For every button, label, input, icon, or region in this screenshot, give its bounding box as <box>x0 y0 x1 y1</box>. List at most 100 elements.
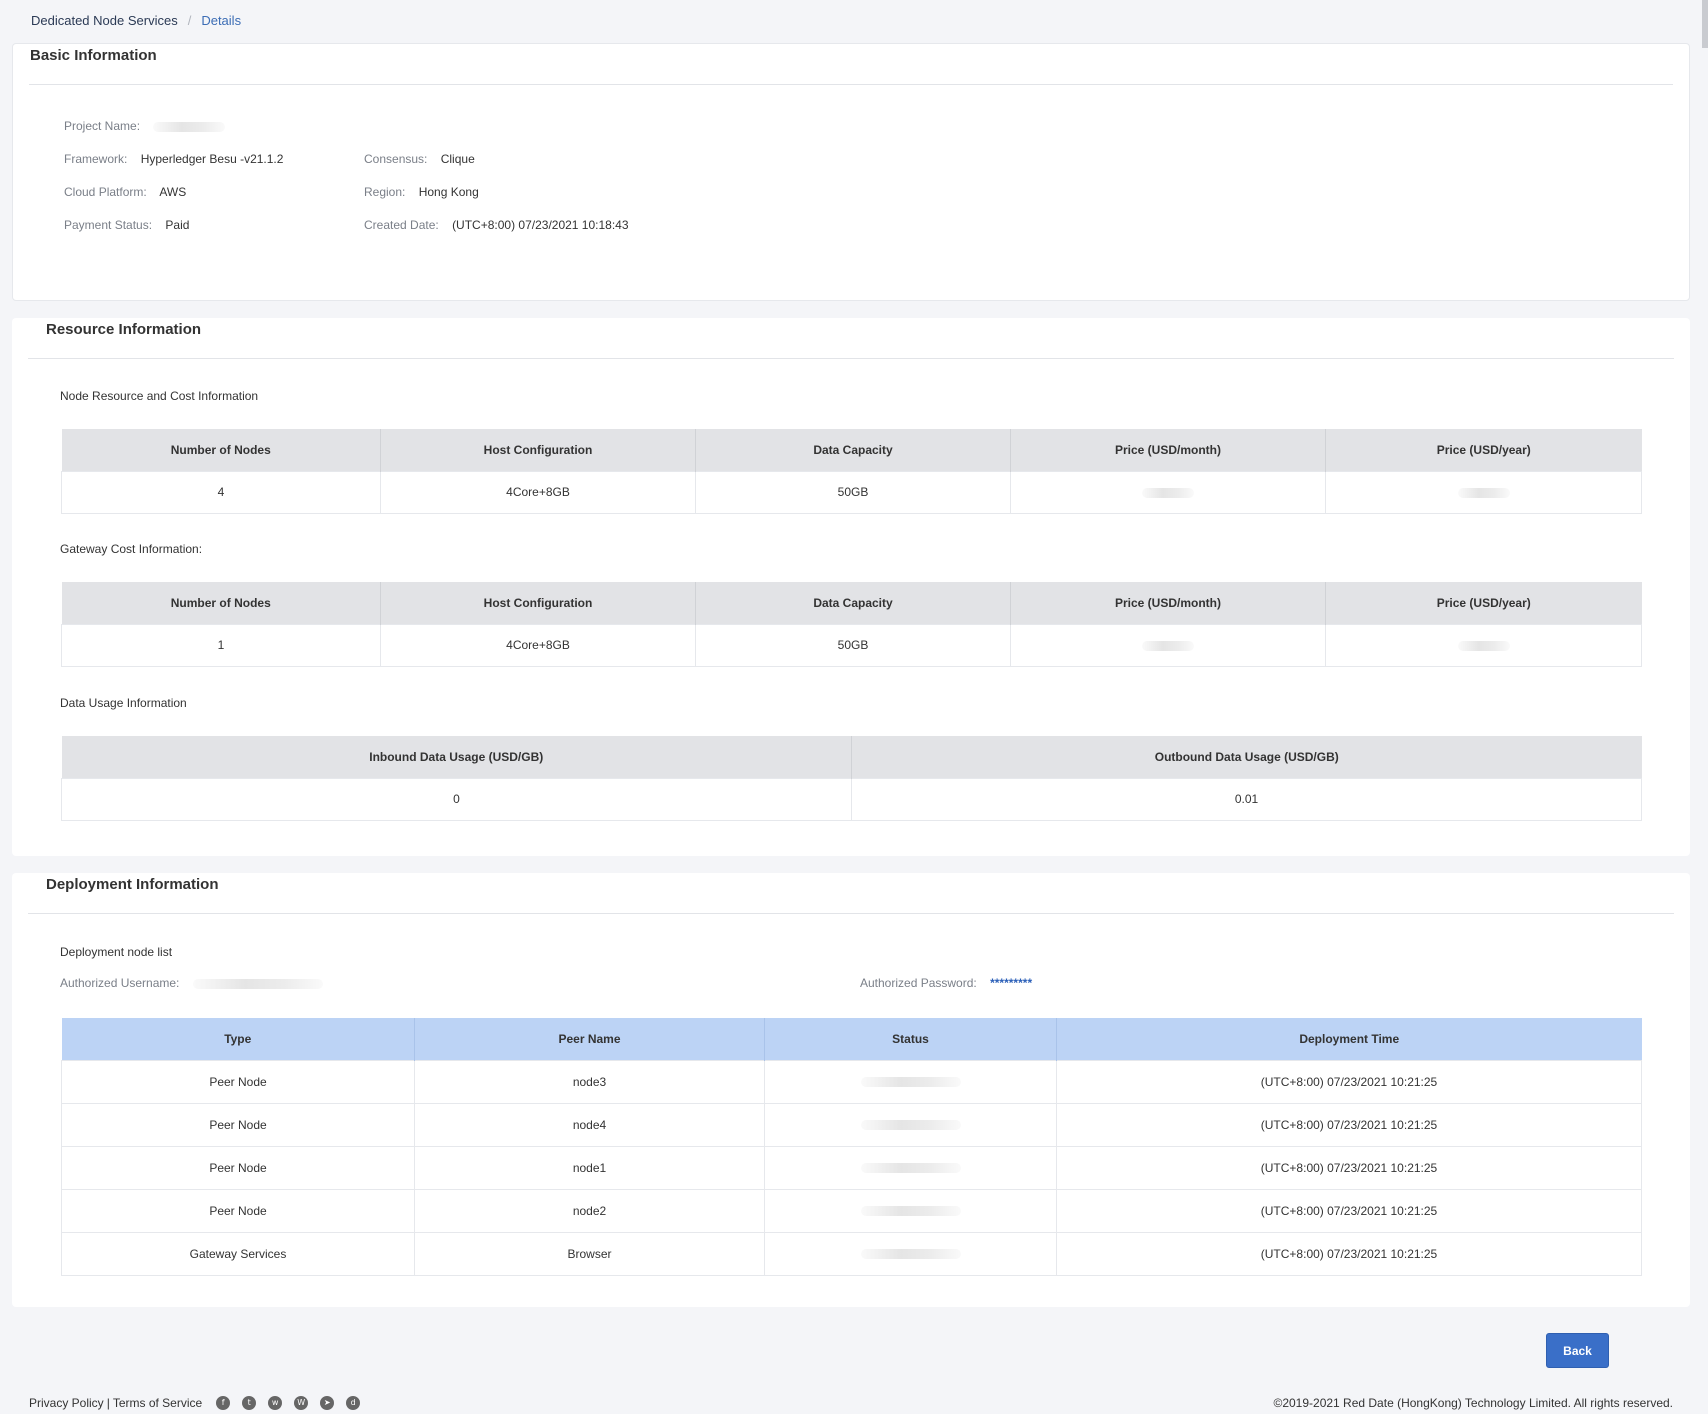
cloud-platform-field: Cloud Platform: AWS <box>64 185 186 199</box>
redacted-value <box>860 1120 961 1131</box>
cell-price-year-redacted <box>1325 470 1642 514</box>
footer-divider: | <box>106 1396 110 1410</box>
col-data-capacity: Data Capacity <box>695 582 1011 624</box>
cell-peer-name: node1 <box>414 1145 765 1190</box>
cell-status-redacted <box>764 1231 1057 1276</box>
cell-type: Peer Node <box>61 1102 415 1147</box>
authorized-password-value[interactable]: ********* <box>990 976 1032 990</box>
resource-information-title: Resource Information <box>46 321 202 338</box>
cell-peer-name: node4 <box>414 1102 765 1147</box>
deployment-node-table: Type Peer Name Status Deployment Time Pe… <box>61 1018 1642 1276</box>
cell-status-redacted <box>764 1145 1057 1190</box>
cloud-platform-label: Cloud Platform: <box>64 185 147 199</box>
project-name-label: Project Name: <box>64 119 141 133</box>
table-row: Peer Node node4 (UTC+8:00) 07/23/2021 10… <box>61 1102 1642 1147</box>
col-inbound-usage: Inbound Data Usage (USD/GB) <box>61 736 852 778</box>
redacted-value <box>1142 640 1194 651</box>
cell-inbound: 0 <box>61 777 852 821</box>
created-date-field: Created Date: (UTC+8:00) 07/23/2021 10:1… <box>364 218 629 232</box>
table-row: Peer Node node1 (UTC+8:00) 07/23/2021 10… <box>61 1145 1642 1190</box>
authorized-username-field: Authorized Username: <box>60 976 323 990</box>
redacted-value <box>1142 487 1194 498</box>
breadcrumb-details: Details <box>201 13 242 28</box>
framework-field: Framework: Hyperledger Besu -v21.1.2 <box>64 152 283 166</box>
col-deployment-time: Deployment Time <box>1056 1018 1642 1060</box>
breadcrumb-separator: / <box>187 13 192 28</box>
table-row: 4 4Core+8GB 50GB <box>61 470 1642 514</box>
table-row: 1 4Core+8GB 50GB <box>61 623 1642 667</box>
redacted-value <box>860 1163 961 1174</box>
deployment-list-label: Deployment node list <box>60 945 173 959</box>
redacted-value <box>860 1077 961 1088</box>
authorized-username-redacted <box>192 978 323 989</box>
authorized-password-field: Authorized Password: ********* <box>860 976 1032 990</box>
deployment-information-divider <box>28 913 1674 914</box>
breadcrumb-dedicated-node-services[interactable]: Dedicated Node Services <box>31 13 178 28</box>
framework-value: Hyperledger Besu -v21.1.2 <box>140 152 284 166</box>
cell-host: 4Core+8GB <box>380 623 696 667</box>
data-usage-label: Data Usage Information <box>60 696 187 710</box>
framework-label: Framework: <box>64 152 128 166</box>
col-number-of-nodes: Number of Nodes <box>61 429 381 471</box>
breadcrumb: Dedicated Node Services / Details <box>31 13 241 28</box>
col-data-capacity: Data Capacity <box>695 429 1011 471</box>
cell-price-year-redacted <box>1325 623 1642 667</box>
discord-icon[interactable]: d <box>346 1396 361 1410</box>
cell-status-redacted <box>764 1188 1057 1233</box>
terms-of-service-link[interactable]: Terms of Service <box>113 1396 202 1410</box>
resource-information-card: Resource Information Node Resource and C… <box>12 318 1690 856</box>
redacted-value <box>860 1249 961 1260</box>
cell-peer-name: node3 <box>414 1059 765 1104</box>
cell-status-redacted <box>764 1102 1057 1147</box>
table-row: Peer Node node3 (UTC+8:00) 07/23/2021 10… <box>61 1059 1642 1104</box>
col-price-year: Price (USD/year) <box>1325 429 1642 471</box>
cell-price-month-redacted <box>1010 623 1326 667</box>
twitter-icon[interactable]: t <box>242 1396 257 1410</box>
facebook-icon[interactable]: f <box>216 1396 231 1410</box>
telegram-icon[interactable]: ➤ <box>320 1396 335 1410</box>
wechat-icon[interactable]: w <box>268 1396 283 1410</box>
cell-deployment-time: (UTC+8:00) 07/23/2021 10:21:25 <box>1056 1059 1642 1104</box>
back-button[interactable]: Back <box>1546 1333 1609 1368</box>
region-value: Hong Kong <box>418 185 479 199</box>
weibo-icon[interactable]: W <box>294 1396 309 1410</box>
consensus-value: Clique <box>440 152 475 166</box>
copyright: ©2019-2021 Red Date (HongKong) Technolog… <box>1273 1396 1673 1410</box>
cloud-platform-value: AWS <box>159 185 187 199</box>
col-status: Status <box>764 1018 1057 1060</box>
redacted-value <box>860 1206 961 1217</box>
redacted-value <box>1457 640 1510 651</box>
project-name-field: Project Name: <box>64 119 226 133</box>
cell-host: 4Core+8GB <box>380 470 696 514</box>
table-row: 0 0.01 <box>61 777 1642 821</box>
cell-capacity: 50GB <box>695 623 1011 667</box>
col-peer-name: Peer Name <box>414 1018 765 1060</box>
gateway-cost-label: Gateway Cost Information: <box>60 542 203 556</box>
resource-information-divider <box>28 358 1674 359</box>
cell-type: Peer Node <box>61 1188 415 1233</box>
authorized-password-label: Authorized Password: <box>860 976 977 990</box>
cell-deployment-time: (UTC+8:00) 07/23/2021 10:21:25 <box>1056 1188 1642 1233</box>
basic-information-title: Basic Information <box>30 47 157 64</box>
project-name-redacted <box>153 121 226 132</box>
deployment-information-card: Deployment Information Deployment node l… <box>12 873 1690 1307</box>
cell-type: Gateway Services <box>61 1231 415 1276</box>
gateway-cost-table: Number of Nodes Host Configuration Data … <box>61 582 1642 667</box>
cell-peer-name: node2 <box>414 1188 765 1233</box>
basic-information-divider <box>29 84 1673 85</box>
consensus-field: Consensus: Clique <box>364 152 475 166</box>
privacy-policy-link[interactable]: Privacy Policy <box>29 1396 104 1410</box>
col-host-configuration: Host Configuration <box>380 582 696 624</box>
cell-deployment-time: (UTC+8:00) 07/23/2021 10:21:25 <box>1056 1231 1642 1276</box>
created-date-value: (UTC+8:00) 07/23/2021 10:18:43 <box>452 218 629 232</box>
cell-deployment-time: (UTC+8:00) 07/23/2021 10:21:25 <box>1056 1102 1642 1147</box>
deployment-information-title: Deployment Information <box>46 876 219 893</box>
redacted-value <box>1457 487 1510 498</box>
scrollbar-thumb[interactable] <box>1702 0 1708 48</box>
cell-capacity: 50GB <box>695 470 1011 514</box>
col-price-month: Price (USD/month) <box>1010 429 1326 471</box>
col-type: Type <box>61 1018 415 1060</box>
footer-links: Privacy Policy | Terms of Service f t w … <box>29 1396 372 1410</box>
col-host-configuration: Host Configuration <box>380 429 696 471</box>
table-row: Peer Node node2 (UTC+8:00) 07/23/2021 10… <box>61 1188 1642 1233</box>
